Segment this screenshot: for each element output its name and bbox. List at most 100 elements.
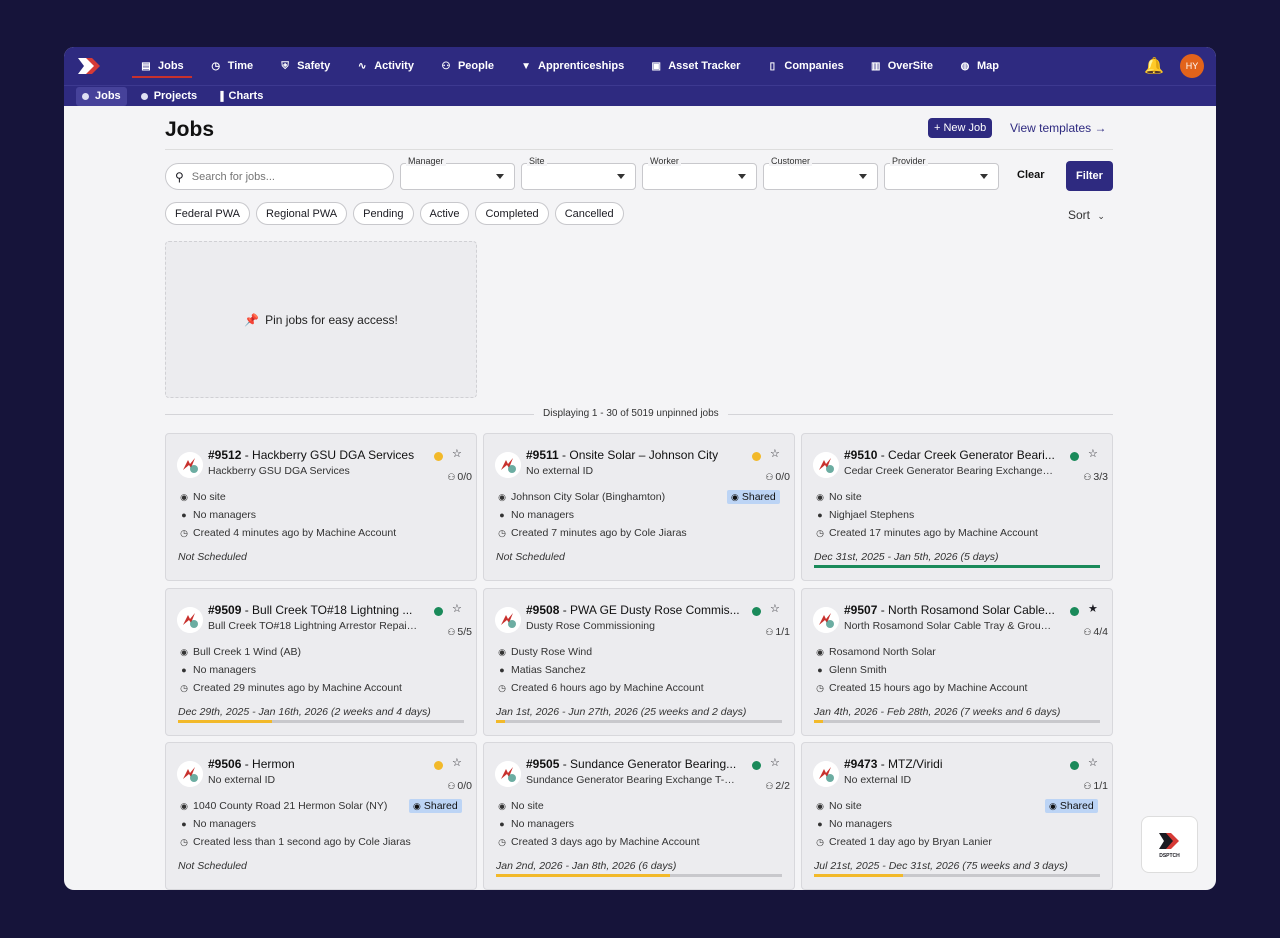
person-icon: ● [499,819,505,829]
location-pin-icon: ◉ [816,492,824,502]
job-card[interactable]: #9508 - PWA GE Dusty Rose Commis... Dusty… [483,588,795,736]
job-created: ◷ Created 6 hours ago by Machine Account [496,682,704,694]
nav-item-map[interactable]: ◍ Map [949,47,1009,85]
job-card[interactable]: #9473 - MTZ/Viridi No external ID ☆ ⚇ 1/1 ◉ No… [801,742,1113,890]
chip-federal-pwa[interactable]: Federal PWA [165,202,251,225]
pin-toggle-icon[interactable]: ☆ [452,756,462,769]
job-card[interactable]: #9507 - North Rosamond Solar Cable... Nor… [801,588,1113,736]
job-site-text: No site [511,800,544,812]
nav-item-safety[interactable]: ⛨ Safety [269,47,340,85]
manager-select[interactable]: Manager [400,156,515,190]
location-pin-icon: ◉ [180,492,188,502]
worker-count: ⚇ 0/0 [432,780,472,792]
job-card[interactable]: #9505 - Sundance Generator Bearing... Sun… [483,742,795,890]
schedule-progress-fill [496,720,505,723]
job-title[interactable]: #9506 - Hermon [208,757,426,771]
people-icon: ⚇ [447,472,456,482]
worker-count: ⚇ 0/0 [432,471,472,483]
site-select[interactable]: Site [521,156,636,190]
job-title[interactable]: #9512 - Hackberry GSU DGA Services [208,448,426,462]
job-title[interactable]: #9511 - Onsite Solar – Johnson City [526,448,744,462]
caret-down-icon [617,174,625,179]
people-icon: ⚇ [1083,472,1092,482]
job-title[interactable]: #9505 - Sundance Generator Bearing... [526,757,744,771]
pin-toggle-icon[interactable]: ☆ [452,447,462,460]
status-dot [752,607,761,616]
nav-item-asset-tracker[interactable]: ▣ Asset Tracker [640,47,750,85]
job-card[interactable]: #9509 - Bull Creek TO#18 Lightning ... Bu… [165,588,477,736]
nav-item-time[interactable]: ◷ Time [200,47,263,85]
worker-select[interactable]: Worker [642,156,757,190]
clock-icon: ◷ [816,528,824,538]
help-widget-button[interactable]: DSPTCH [1141,816,1198,873]
job-title[interactable]: #9508 - PWA GE Dusty Rose Commis... [526,603,744,617]
select-label: Site [527,156,547,166]
pin-toggle-icon[interactable]: ☆ [770,602,780,615]
pin-toggle-icon[interactable]: ☆ [452,602,462,615]
eye-icon: ◉ [413,800,421,811]
status-dot [434,761,443,770]
select-label: Customer [769,156,813,166]
sort-label: Sort [1068,208,1091,222]
job-card[interactable]: #9510 - Cedar Creek Generator Beari... Ce… [801,433,1113,581]
job-name: - Sundance Generator Bearing... [559,757,737,771]
job-title[interactable]: #9473 - MTZ/Viridi [844,757,1062,771]
job-site: ◉ No site [178,491,226,503]
user-avatar[interactable]: HY [1180,54,1204,78]
search-input[interactable] [191,170,372,183]
provider-select[interactable]: Provider [884,156,999,190]
job-card[interactable]: #9511 - Onsite Solar – Johnson City No ex… [483,433,795,581]
chip-cancelled[interactable]: Cancelled [554,202,624,225]
job-title[interactable]: #9510 - Cedar Creek Generator Beari... [844,448,1062,462]
nav-item-activity[interactable]: ∿ Activity [346,47,424,85]
pin-toggle-icon[interactable]: ☆ [770,447,780,460]
job-number: #9473 [844,757,878,771]
subtab-charts[interactable]: ▐ Charts [211,87,269,106]
job-name: - Onsite Solar – Johnson City [558,448,719,462]
nav-item-oversite[interactable]: ▥ OverSite [860,47,943,85]
nav-item-jobs[interactable]: ▤ Jobs [130,47,194,85]
company-logo-icon [495,607,521,633]
worker-count-value: 0/0 [457,471,472,483]
clock-icon: ◷ [211,60,221,72]
app-logo[interactable] [76,55,102,77]
job-title[interactable]: #9507 - North Rosamond Solar Cable... [844,603,1062,617]
job-title[interactable]: #9509 - Bull Creek TO#18 Lightning ... [208,603,426,617]
clock-icon: ◷ [816,837,824,847]
search-box[interactable]: ⚲ [165,163,394,190]
subtab-projects[interactable]: Projects [135,87,203,106]
subtab-jobs[interactable]: Jobs [76,86,127,106]
nav-item-label: Safety [297,60,331,72]
clear-button[interactable]: Clear [1017,169,1045,181]
subtab-label: Charts [228,90,264,102]
nav-item-people[interactable]: ⚇ People [430,47,504,85]
chip-completed[interactable]: Completed [475,202,549,225]
schedule-progress-bar [814,565,1100,568]
job-created: ◷ Created less than 1 second ago by Cole … [178,836,411,848]
nav-item-companies[interactable]: ▯ Companies [756,47,853,85]
job-managers: ● No managers [496,509,574,521]
nav-item-apprenticeships[interactable]: ▼ Apprenticeships [510,47,634,85]
job-schedule: Not Scheduled [178,551,247,563]
chip-active[interactable]: Active [419,202,470,225]
pin-toggle-icon[interactable]: ☆ [770,756,780,769]
pin-toggle-icon[interactable]: ☆ [1088,447,1098,460]
chip-pending[interactable]: Pending [353,202,414,225]
job-card[interactable]: #9506 - Hermon No external ID ☆ ⚇ 0/0 ◉ 1040 C… [165,742,477,890]
job-site: ◉ Rosamond North Solar [814,646,936,658]
chip-regional-pwa[interactable]: Regional PWA [256,202,348,225]
job-card[interactable]: #9512 - Hackberry GSU DGA Services Hackbe… [165,433,477,581]
pin-toggle-icon[interactable]: ★ [1088,602,1098,615]
notifications-bell-icon[interactable]: 🔔 [1144,56,1164,76]
job-subtitle: Bull Creek TO#18 Lightning Arrestor Repa… [208,620,418,632]
customer-select[interactable]: Customer [763,156,878,190]
pin-toggle-icon[interactable]: ☆ [1088,756,1098,769]
job-site: ◉ No site [496,800,544,812]
filter-button[interactable]: Filter [1066,161,1113,191]
sort-dropdown[interactable]: Sort ⌄ [1068,208,1105,222]
job-managers-text: No managers [193,664,257,676]
job-managers-text: Glenn Smith [829,664,887,676]
company-logo-icon [495,452,521,478]
search-icon: ⚲ [175,169,184,184]
job-managers: ● Matias Sanchez [496,664,585,676]
